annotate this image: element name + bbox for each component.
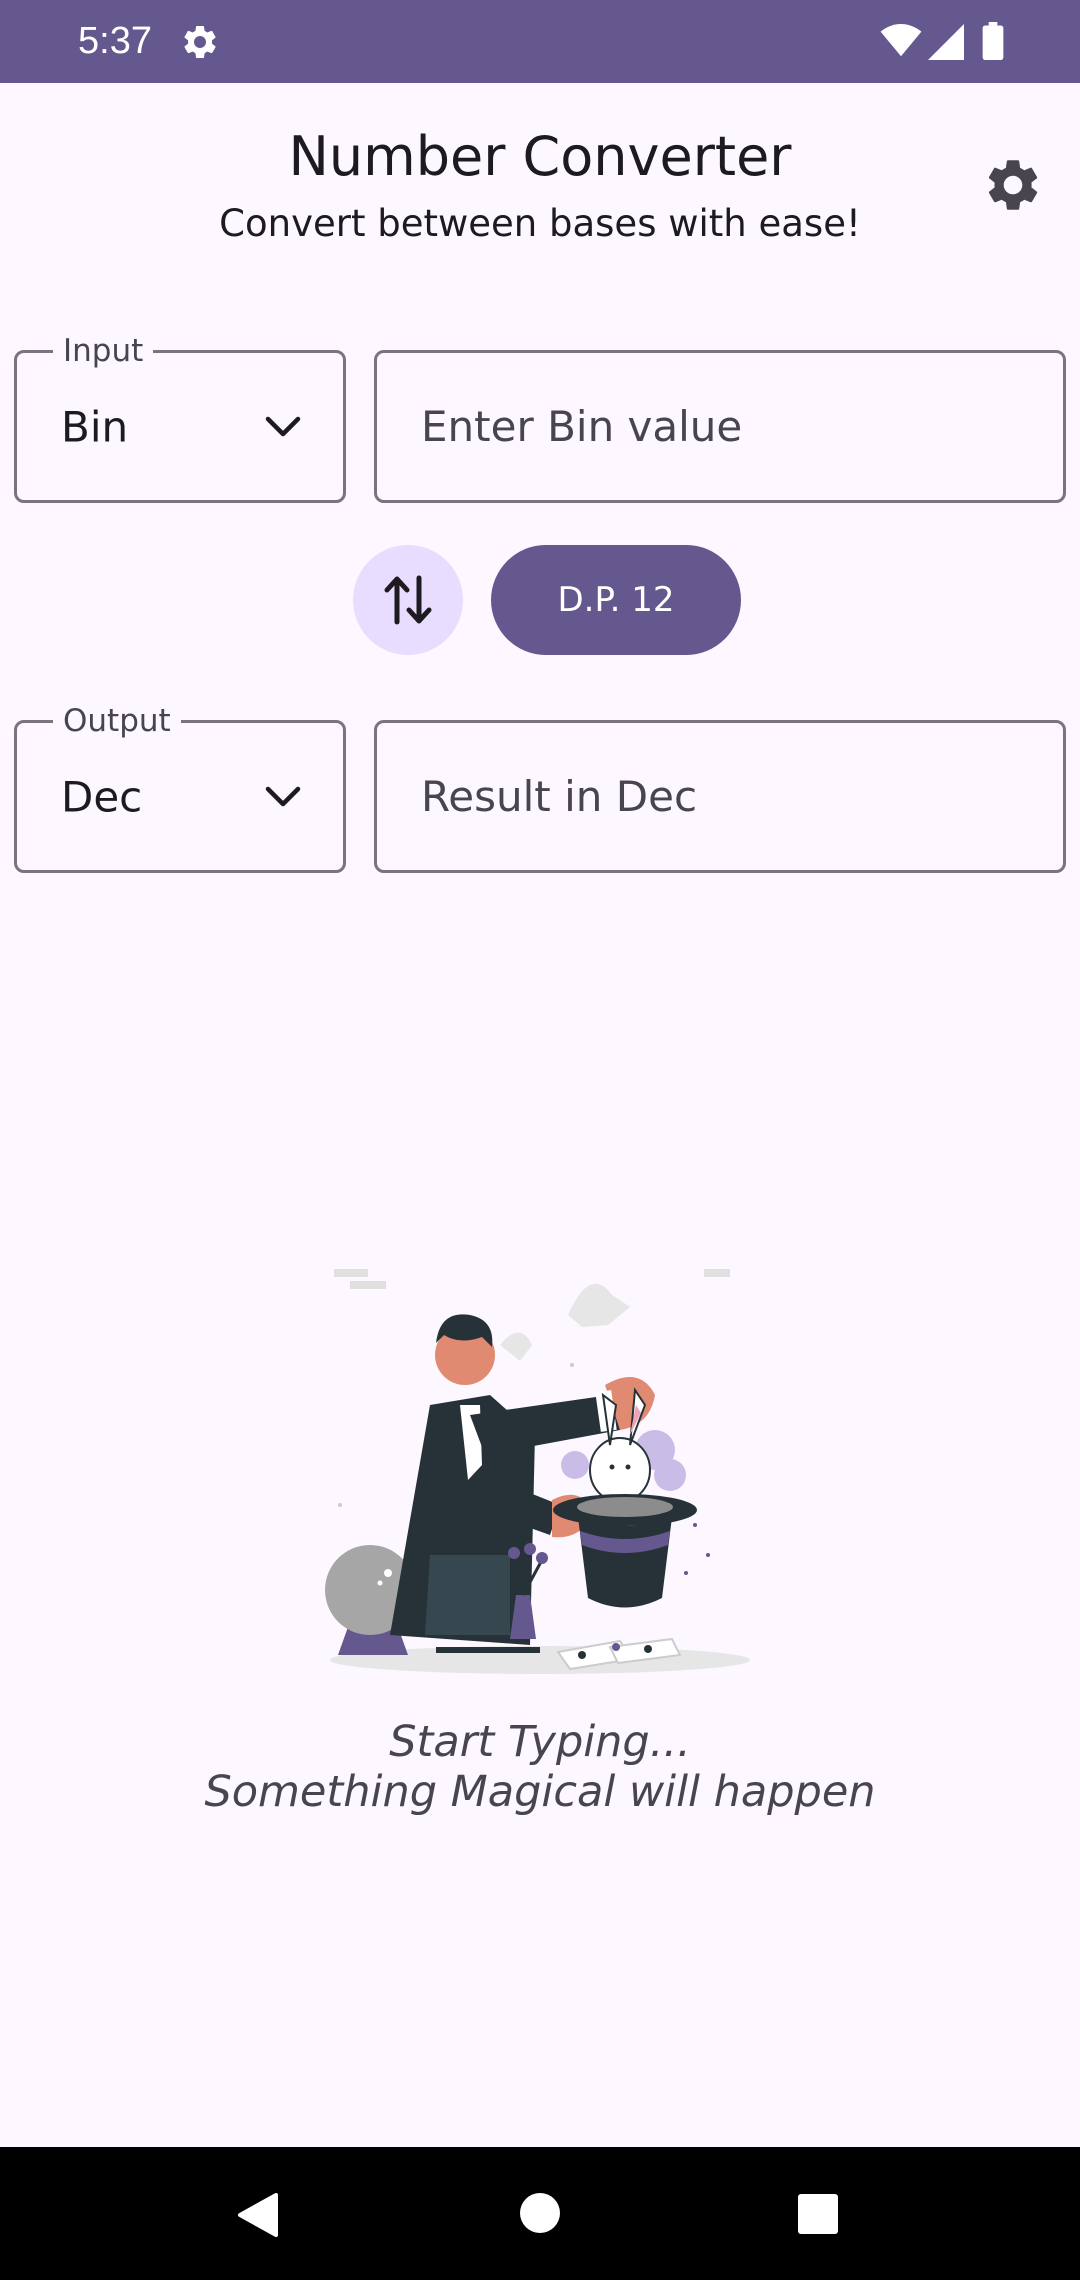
magician-illustration (325, 1269, 750, 1674)
swap-vertical-icon (384, 575, 432, 625)
gear-icon[interactable] (982, 154, 1044, 216)
output-base-value: Dec (61, 772, 143, 821)
input-base-select[interactable]: Input Bin (14, 331, 346, 503)
output-base-select[interactable]: Output Dec (14, 701, 346, 873)
input-base-value: Bin (61, 402, 129, 451)
settings-icon (184, 25, 216, 58)
recents-icon[interactable] (797, 2193, 839, 2235)
home-icon[interactable] (518, 2191, 562, 2235)
swap-button[interactable] (353, 545, 463, 655)
status-time: 5:37 (78, 20, 152, 62)
decimal-places-button[interactable]: D.P. 12 (491, 545, 741, 655)
empty-state-line1: Start Typing... (389, 1717, 691, 1767)
output-value-field (374, 720, 1066, 873)
status-bar: 5:37 (0, 0, 1080, 83)
chevron-down-icon (265, 416, 301, 436)
page-title: Number Converter (288, 125, 792, 188)
signal-icon (928, 24, 964, 60)
page-subtitle: Convert between bases with ease! (219, 202, 861, 245)
output-label: Output (53, 701, 181, 741)
empty-state-line2: Something Magical will happen (204, 1767, 876, 1817)
output-value-text (377, 723, 1063, 870)
back-icon[interactable] (236, 2191, 280, 2239)
navigation-bar (0, 2147, 1080, 2280)
input-value-text[interactable] (377, 353, 1063, 500)
input-value-field[interactable] (374, 350, 1066, 503)
chevron-down-icon (265, 786, 301, 806)
battery-icon (982, 22, 1004, 60)
input-label: Input (53, 331, 154, 371)
wifi-icon (880, 24, 922, 57)
